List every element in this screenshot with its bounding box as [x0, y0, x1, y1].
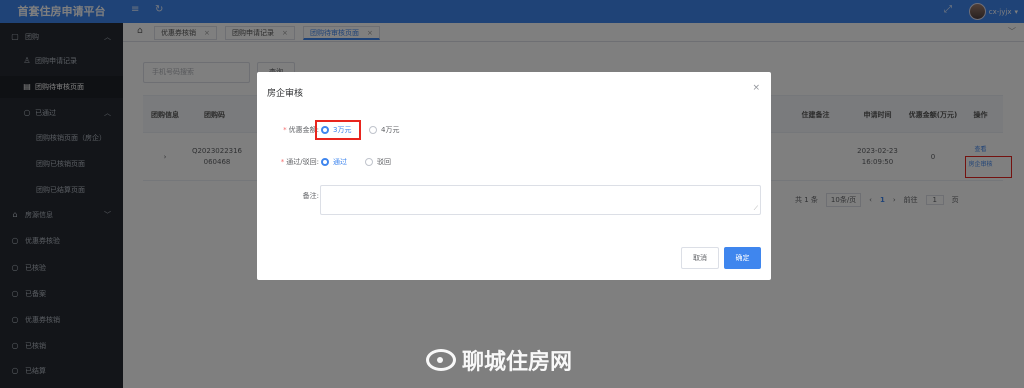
discount-label: * 优惠金额: — [283, 126, 319, 134]
discount-radio-4[interactable]: 4万元 — [369, 121, 399, 139]
radio-dot — [369, 126, 377, 134]
result-row: * 通过/驳回: 通过 驳回 — [257, 153, 771, 171]
remark-textarea[interactable]: ⟋ — [320, 185, 761, 215]
radio-label: 4万元 — [381, 126, 400, 134]
cancel-button[interactable]: 取消 — [681, 247, 719, 269]
dialog-title: 房企审核 — [267, 89, 304, 99]
result-radio-pass[interactable]: 通过 — [321, 153, 347, 171]
close-icon[interactable]: × — [752, 83, 760, 93]
resize-handle-icon[interactable]: ⟋ — [754, 205, 758, 213]
result-label: * 通过/驳回: — [280, 158, 319, 166]
radio-dot — [321, 158, 329, 166]
radio-label: 通过 — [333, 158, 347, 166]
confirm-button[interactable]: 确定 — [724, 247, 761, 269]
radio-label: 驳回 — [377, 158, 391, 166]
result-radio-reject[interactable]: 驳回 — [365, 153, 391, 171]
weibo-icon — [426, 349, 456, 371]
audit-dialog: 房企审核 × * 优惠金额: 3万元 4万元 * 通过/驳回: 通过 驳回 备注… — [257, 72, 771, 280]
remark-label: 备注: — [302, 192, 319, 200]
watermark-text: 聊城住房网 — [462, 350, 573, 375]
app-root: 首套住房申请平台 ≡ ↻ ⤢ cx-jyjx ▾ ▢ 团购 ︿ ♙ 团购申请记录… — [0, 0, 1024, 388]
radio-dot — [365, 158, 373, 166]
highlight-box — [315, 120, 361, 140]
watermark: 聊城住房网 — [426, 344, 572, 376]
